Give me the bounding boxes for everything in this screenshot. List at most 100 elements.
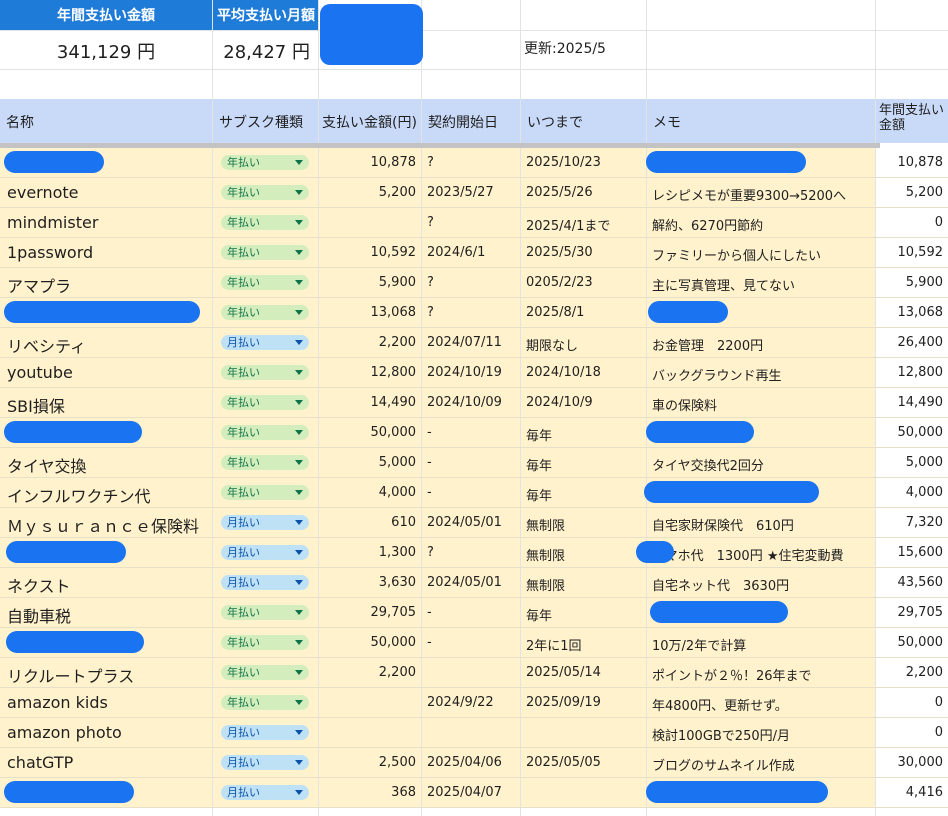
subscription-type-cell[interactable]: 年払い [213, 418, 318, 448]
start-cell[interactable]: 2023/5/27 [422, 178, 520, 208]
memo-cell[interactable]: お金管理 2200円 [647, 328, 875, 358]
start-cell[interactable]: - [422, 628, 520, 658]
subscription-type-cell[interactable]: 年払い [213, 628, 318, 658]
subscription-type-cell[interactable]: 月払い [213, 508, 318, 538]
header-annual[interactable]: 年間支払い金額 [876, 99, 948, 143]
annual-cell[interactable]: 5,200 [876, 178, 948, 208]
amount-cell[interactable] [319, 208, 421, 238]
until-cell[interactable]: 毎年 [521, 598, 646, 628]
subscription-type-dropdown[interactable]: 年払い [221, 455, 309, 470]
amount-cell[interactable]: 10,592 [319, 238, 421, 268]
name-cell[interactable]: インフルワクチン代 [0, 478, 212, 508]
annual-cell[interactable]: 26,400 [876, 328, 948, 358]
annual-cell[interactable]: 2,200 [876, 658, 948, 688]
amount-cell[interactable]: 2,200 [319, 328, 421, 358]
amount-cell[interactable]: 50,000 [319, 418, 421, 448]
start-cell[interactable]: 2025/04/06 [422, 748, 520, 778]
subscription-type-cell[interactable]: 年払い [213, 178, 318, 208]
subscription-type-cell[interactable]: 年払い [213, 358, 318, 388]
subscription-type-dropdown[interactable]: 月払い [221, 725, 309, 740]
annual-cell[interactable]: 14,490 [876, 388, 948, 418]
amount-cell[interactable]: 5,000 [319, 448, 421, 478]
subscription-type-dropdown[interactable]: 月払い [221, 575, 309, 590]
name-cell[interactable]: 1password [0, 238, 212, 268]
amount-cell[interactable]: 1,300 [319, 538, 421, 568]
name-cell[interactable]: Ｍｙｓｕｒａｎｃｅ保険料 [0, 508, 212, 538]
amount-cell[interactable]: 5,900 [319, 268, 421, 298]
header-start-date[interactable]: 契約開始日 [422, 99, 520, 143]
name-cell[interactable]: SBI損保 [0, 388, 212, 418]
name-cell[interactable]: amazon photo [0, 718, 212, 748]
memo-cell[interactable]: ファミリーから個人にしたい [647, 238, 875, 268]
subscription-type-dropdown[interactable]: 年払い [221, 215, 309, 230]
until-cell[interactable]: 無制限 [521, 538, 646, 568]
until-cell[interactable]: 無制限 [521, 508, 646, 538]
memo-cell[interactable]: スマホ代 1300円 ★住宅変動費 [647, 538, 875, 568]
until-cell[interactable]: 2024/10/18 [521, 358, 646, 388]
annual-cell[interactable]: 12,800 [876, 358, 948, 388]
until-cell[interactable]: 毎年 [521, 478, 646, 508]
subscription-type-cell[interactable]: 月払い [213, 568, 318, 598]
amount-cell[interactable]: 368 [319, 778, 421, 808]
memo-cell[interactable]: 10万/2年で計算 [647, 628, 875, 658]
subscription-type-cell[interactable]: 年払い [213, 388, 318, 418]
name-cell[interactable]: evernote [0, 178, 212, 208]
annual-cell[interactable]: 29,705 [876, 598, 948, 628]
subscription-type-cell[interactable]: 月払い [213, 538, 318, 568]
name-cell[interactable]: chatGTP [0, 748, 212, 778]
subscription-type-cell[interactable]: 年払い [213, 238, 318, 268]
annual-cell[interactable]: 50,000 [876, 628, 948, 658]
name-cell[interactable]: amazon kids [0, 688, 212, 718]
memo-cell[interactable]: バックグラウンド再生 [647, 358, 875, 388]
subscription-type-cell[interactable]: 年払い [213, 208, 318, 238]
memo-cell[interactable]: ポイントが２％！26年まで [647, 658, 875, 688]
amount-cell[interactable]: 2,200 [319, 658, 421, 688]
annual-cell[interactable]: 10,592 [876, 238, 948, 268]
annual-cell[interactable]: 0 [876, 718, 948, 748]
annual-cell[interactable]: 0 [876, 688, 948, 718]
start-cell[interactable]: ? [422, 538, 520, 568]
subscription-type-cell[interactable]: 月払い [213, 328, 318, 358]
until-cell[interactable]: 毎年 [521, 418, 646, 448]
amount-cell[interactable]: 14,490 [319, 388, 421, 418]
subscription-type-dropdown[interactable]: 月払い [221, 515, 309, 530]
until-cell[interactable]: 2025/5/30 [521, 238, 646, 268]
start-cell[interactable]: ? [422, 298, 520, 328]
annual-cell[interactable]: 50,000 [876, 418, 948, 448]
updated-date[interactable]: 更新:2025/5 [524, 38, 606, 58]
subscription-type-cell[interactable]: 月払い [213, 718, 318, 748]
annual-cell[interactable]: 4,416 [876, 778, 948, 808]
start-cell[interactable]: 2024/6/1 [422, 238, 520, 268]
amount-cell[interactable]: 10,878 [319, 148, 421, 178]
name-cell[interactable]: 自動車税 [0, 598, 212, 628]
start-cell[interactable]: 2024/05/01 [422, 568, 520, 598]
annual-cell[interactable]: 43,560 [876, 568, 948, 598]
until-cell[interactable]: 2025/09/19 [521, 688, 646, 718]
start-cell[interactable]: ? [422, 208, 520, 238]
annual-cell[interactable]: 5,000 [876, 448, 948, 478]
amount-cell[interactable] [319, 718, 421, 748]
memo-cell[interactable]: 自宅ネット代 3630円 [647, 568, 875, 598]
amount-cell[interactable]: 2,500 [319, 748, 421, 778]
subscription-type-cell[interactable]: 年払い [213, 148, 318, 178]
memo-cell[interactable]: レシピメモが重要9300→5200へ [647, 178, 875, 208]
subscription-type-dropdown[interactable]: 年払い [221, 275, 309, 290]
subscription-type-dropdown[interactable]: 月払い [221, 785, 309, 800]
subscription-type-cell[interactable]: 月払い [213, 748, 318, 778]
annual-cell[interactable]: 15,600 [876, 538, 948, 568]
annual-cell[interactable]: 7,320 [876, 508, 948, 538]
header-type[interactable]: サブスク種類 [213, 99, 318, 143]
start-cell[interactable]: - [422, 448, 520, 478]
amount-cell[interactable]: 3,630 [319, 568, 421, 598]
amount-cell[interactable]: 12,800 [319, 358, 421, 388]
annual-total-label[interactable]: 年間支払い金額 [0, 0, 212, 30]
subscription-type-dropdown[interactable]: 月払い [221, 545, 309, 560]
subscription-type-cell[interactable]: 年払い [213, 598, 318, 628]
subscription-type-dropdown[interactable]: 年払い [221, 155, 309, 170]
subscription-type-cell[interactable]: 年払い [213, 478, 318, 508]
subscription-type-dropdown[interactable]: 年払い [221, 605, 309, 620]
name-cell[interactable]: youtube [0, 358, 212, 388]
header-name[interactable]: 名称 [0, 99, 212, 143]
annual-cell[interactable]: 30,000 [876, 748, 948, 778]
subscription-type-cell[interactable]: 年払い [213, 448, 318, 478]
